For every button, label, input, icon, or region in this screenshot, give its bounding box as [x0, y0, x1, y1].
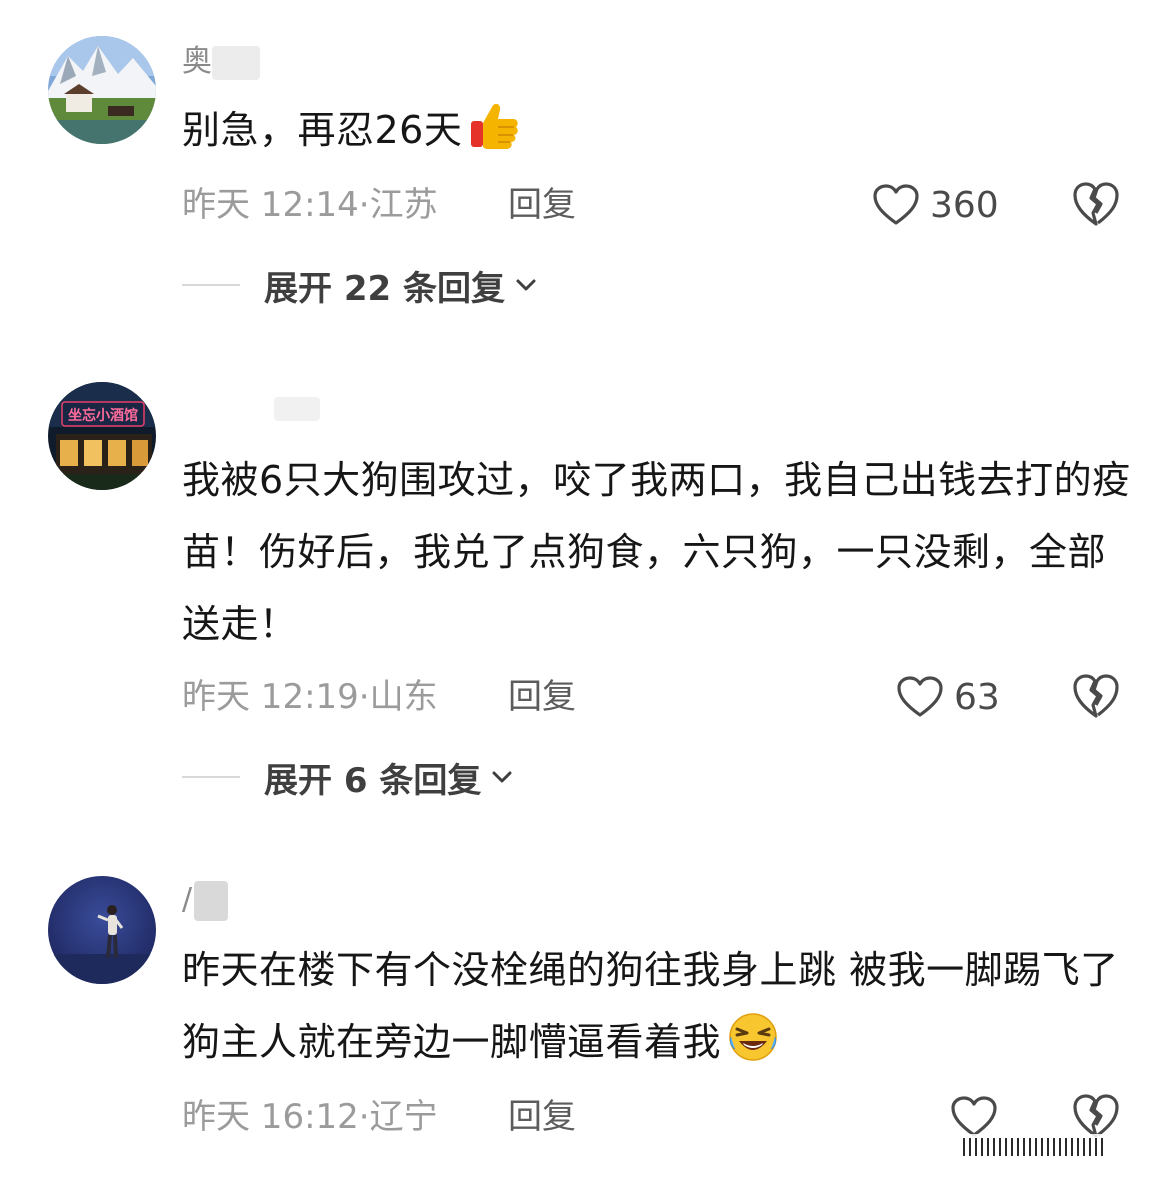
username-blur [274, 396, 320, 421]
heart-icon [897, 676, 943, 717]
meta-dot: · [358, 185, 370, 225]
avatar[interactable]: 坐忘小酒馆 [48, 382, 156, 490]
comment-location: 辽宁 [369, 1097, 438, 1137]
expand-divider [182, 776, 240, 778]
comment-location: 山东 [369, 677, 438, 717]
avatar[interactable] [48, 36, 156, 144]
reply-button[interactable]: 回复 [508, 1092, 576, 1142]
comment-time: 昨天 12:14 [182, 185, 359, 225]
rofl-emoji-icon [729, 1013, 777, 1061]
like-button[interactable]: 360 [872, 180, 999, 230]
username[interactable] [182, 388, 320, 428]
meta-dot: · [358, 677, 370, 717]
username-text: 奥 [182, 44, 212, 79]
expand-replies[interactable]: 展开 22 条回复 [182, 260, 537, 310]
like-button[interactable]: 63 [896, 672, 1000, 722]
username[interactable]: 奥 [182, 42, 260, 82]
username-blur [212, 45, 260, 80]
broken-heart-icon[interactable] [1072, 180, 1120, 228]
comment-text: 我被6只大狗围攻过，咬了我两口，我自己出钱去打的疫苗！伤好后，我兑了点狗食，六只… [182, 458, 1131, 646]
avatar-sign-text: 坐忘小酒馆 [68, 407, 138, 424]
expand-label: 展开 6 条回复 [264, 760, 482, 801]
comment-meta: 昨天 16:12·辽宁 [182, 1092, 438, 1142]
expand-replies[interactable]: 展开 6 条回复 [182, 752, 513, 802]
reply-button[interactable]: 回复 [508, 180, 576, 230]
like-count: 63 [954, 676, 1000, 718]
comment-text: 昨天在楼下有个没栓绳的狗往我身上跳 被我一脚踢飞了 狗主人就在旁边一脚懵逼看着我 [182, 934, 1132, 1078]
thumbs-up-icon [471, 103, 519, 149]
reply-button[interactable]: 回复 [508, 672, 576, 722]
comment-location: 江苏 [369, 185, 438, 225]
comment-time: 昨天 16:12 [182, 1097, 359, 1137]
comment-meta: 昨天 12:14·江苏 [182, 180, 438, 230]
broken-heart-icon[interactable] [1072, 672, 1120, 720]
comment-text-content: 昨天在楼下有个没栓绳的狗往我身上跳 被我一脚踢飞了 狗主人就在旁边一脚懵逼看着我 [182, 948, 1119, 1064]
expand-label: 展开 22 条回复 [264, 268, 505, 309]
username-blur [194, 880, 229, 921]
heart-icon [873, 184, 919, 225]
watermark-bars-icon [960, 1134, 1110, 1158]
like-count: 360 [930, 184, 999, 226]
chevron-down-icon [516, 279, 536, 291]
comment-meta: 昨天 12:19·山东 [182, 672, 438, 722]
expand-divider [182, 284, 240, 286]
username[interactable]: / [182, 880, 229, 921]
meta-dot: · [358, 1097, 370, 1137]
username-text: / [182, 882, 193, 917]
chevron-down-icon [492, 771, 512, 783]
avatar[interactable] [48, 876, 156, 984]
comment-time: 昨天 12:19 [182, 677, 359, 717]
comment-text-content: 别急，再忍26天 [182, 108, 463, 152]
comment-text: 别急，再忍26天 [182, 94, 1132, 166]
